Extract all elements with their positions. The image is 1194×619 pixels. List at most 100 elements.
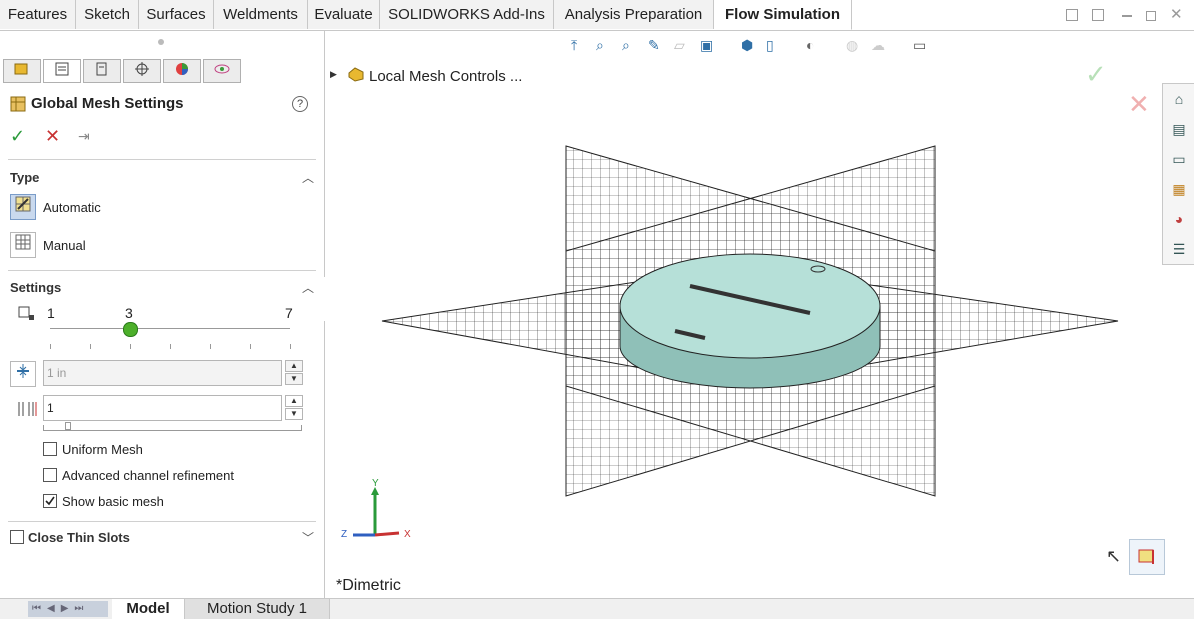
tab-flow-simulation[interactable]: Flow Simulation [714, 0, 852, 30]
display-style-icon[interactable]: ⬢ [741, 37, 753, 54]
checkmark-icon[interactable]: ✓ [10, 126, 25, 147]
slider-tick [290, 344, 291, 349]
divider [8, 270, 316, 271]
tab-motion-study[interactable]: Motion Study 1 [185, 599, 330, 619]
tab-sketch[interactable]: Sketch [76, 0, 139, 29]
zoom-to-fit-icon[interactable]: ⌕ [596, 37, 604, 54]
tab-surfaces[interactable]: Surfaces [139, 0, 214, 29]
slider-tick [50, 344, 51, 349]
tab-analysis-preparation[interactable]: Analysis Preparation [554, 0, 714, 29]
slider-value-label: 3 [125, 305, 133, 321]
minimum-gap-input[interactable]: 1 in [43, 360, 282, 386]
slider-track[interactable] [50, 328, 290, 329]
mesh-settings-title-icon [10, 96, 26, 115]
tab-features[interactable]: Features [0, 0, 76, 29]
count-slider[interactable] [43, 425, 302, 431]
minimize-icon[interactable] [1122, 15, 1132, 17]
close-thin-slots-checkbox[interactable] [10, 530, 24, 544]
pushpin-icon[interactable]: ⇥ [78, 128, 90, 145]
appearances-icon[interactable]: ◕ [1169, 209, 1189, 229]
restore-icon[interactable] [1146, 11, 1156, 21]
triad-y-label: Y [372, 478, 379, 489]
tab-scroll-arrows-icon[interactable]: ⏮◀▶⏭ [28, 601, 108, 617]
selection-box-icon[interactable] [1129, 539, 1165, 575]
uniform-mesh-label[interactable]: Uniform Mesh [62, 442, 143, 457]
automatic-mesh-icon[interactable] [10, 194, 36, 220]
custom-properties-icon[interactable]: ☰ [1169, 239, 1189, 259]
advanced-channel-label[interactable]: Advanced channel refinement [62, 468, 234, 483]
view-orientation-icon[interactable]: ⤒ [571, 37, 577, 54]
flow-simulation-tab-icon[interactable] [203, 59, 241, 83]
type-automatic-label[interactable]: Automatic [43, 200, 101, 215]
settings-heading: Settings [10, 280, 62, 295]
view-settings-icon[interactable]: ▣ [700, 37, 713, 54]
previous-view-icon[interactable]: ✎ [648, 37, 660, 54]
slider-knob[interactable] [123, 322, 138, 337]
triad-x-label: X [404, 529, 411, 540]
view-palette-icon[interactable]: ▦ [1169, 179, 1189, 199]
close-window-icon[interactable]: ✕ [1170, 5, 1183, 23]
tab-model[interactable]: Model [112, 599, 185, 619]
uniform-mesh-checkbox[interactable] [43, 442, 57, 456]
tree-expand-icon[interactable]: ▶ [330, 69, 337, 80]
close-icon[interactable]: ✕ [45, 126, 60, 147]
slider-tick [170, 344, 171, 349]
property-manager: Global Mesh Settings ? ✓ ✕ ⇥ Type ︿ Auto… [0, 31, 325, 598]
tab-solidworks-addins[interactable]: SOLIDWORKS Add-Ins [380, 0, 554, 29]
channel-count-icon [16, 400, 38, 421]
chevron-up-icon[interactable]: ︿ [302, 169, 314, 186]
minimum-gap-icon [10, 361, 36, 387]
mesh-preview [381, 145, 1119, 497]
dimxpert-tab-icon[interactable] [123, 59, 161, 83]
spin-down-icon[interactable]: ▼ [285, 408, 303, 420]
divider [8, 521, 316, 522]
local-mesh-icon [347, 65, 365, 86]
count-input[interactable]: 1 [43, 395, 282, 421]
configuration-tab-icon[interactable] [83, 59, 121, 83]
apply-scene-icon[interactable]: ◍ [846, 37, 858, 54]
type-manual-label[interactable]: Manual [43, 238, 86, 253]
feature-tree-item[interactable]: Local Mesh Controls ... [369, 68, 522, 85]
section-view-icon[interactable]: ▱ [674, 37, 685, 54]
edit-appearance-icon[interactable]: ◐ [806, 37, 814, 53]
spin-up-icon[interactable]: ▲ [285, 360, 303, 372]
hide-show-items-icon[interactable]: ▯ [766, 37, 774, 54]
type-heading: Type [10, 170, 40, 185]
divider [8, 159, 316, 160]
design-library-icon[interactable]: ▤ [1169, 119, 1189, 139]
spin-down-icon[interactable]: ▼ [285, 373, 303, 385]
tab-evaluate[interactable]: Evaluate [308, 0, 380, 29]
tab-weldments[interactable]: Weldments [214, 0, 308, 29]
appearance-tab-icon[interactable] [163, 59, 201, 83]
advanced-channel-checkbox[interactable] [43, 468, 57, 482]
manual-mesh-icon[interactable] [10, 232, 36, 258]
count-slider-thumb[interactable] [65, 422, 71, 430]
chevron-up-icon[interactable]: ︿ [302, 279, 314, 296]
panel-grip[interactable] [158, 39, 164, 45]
show-basic-mesh-checkbox[interactable] [43, 494, 57, 508]
feature-tree-tab-icon[interactable] [3, 59, 41, 83]
help-icon[interactable]: ? [292, 96, 308, 112]
confirm-corner-ok-icon[interactable]: ✓ [1085, 59, 1107, 90]
show-basic-mesh-label[interactable]: Show basic mesh [62, 494, 164, 509]
close-thin-slots-label[interactable]: Close Thin Slots [28, 530, 130, 545]
graphics-area[interactable]: ⤒ ⌕ ⌕ ✎ ▱ ▣ ⬢ ▯ ◐ ◍ ☁ ▭ ▶ Local Mesh Con… [325, 31, 1194, 598]
tile-right-icon[interactable] [1092, 9, 1104, 21]
zoom-to-area-icon[interactable]: ⌕ [622, 37, 630, 54]
property-manager-tab-icon[interactable] [43, 59, 81, 83]
panel-title: Global Mesh Settings [31, 95, 184, 112]
display-monitor-icon[interactable]: ▭ [913, 37, 926, 54]
chevron-down-icon[interactable]: ﹀ [302, 529, 314, 546]
home-icon[interactable]: ⌂ [1169, 89, 1189, 109]
triad-z-label: Z [341, 529, 348, 540]
task-pane: ⌂ ▤ ▭ ▦ ◕ ☰ [1162, 83, 1194, 265]
confirm-corner-cancel-icon[interactable]: ✕ [1128, 89, 1150, 120]
file-explorer-icon[interactable]: ▭ [1169, 149, 1189, 169]
spin-up-icon[interactable]: ▲ [285, 395, 303, 407]
slider-tick [210, 344, 211, 349]
command-manager-tabs: Features Sketch Surfaces Weldments Evalu… [0, 0, 1194, 31]
bottom-tab-bar: ⏮◀▶⏭ Model Motion Study 1 [0, 598, 1194, 619]
view-setting-icon[interactable]: ☁ [871, 37, 885, 54]
tile-left-icon[interactable] [1066, 9, 1078, 21]
slider-min-label: 1 [47, 305, 55, 321]
